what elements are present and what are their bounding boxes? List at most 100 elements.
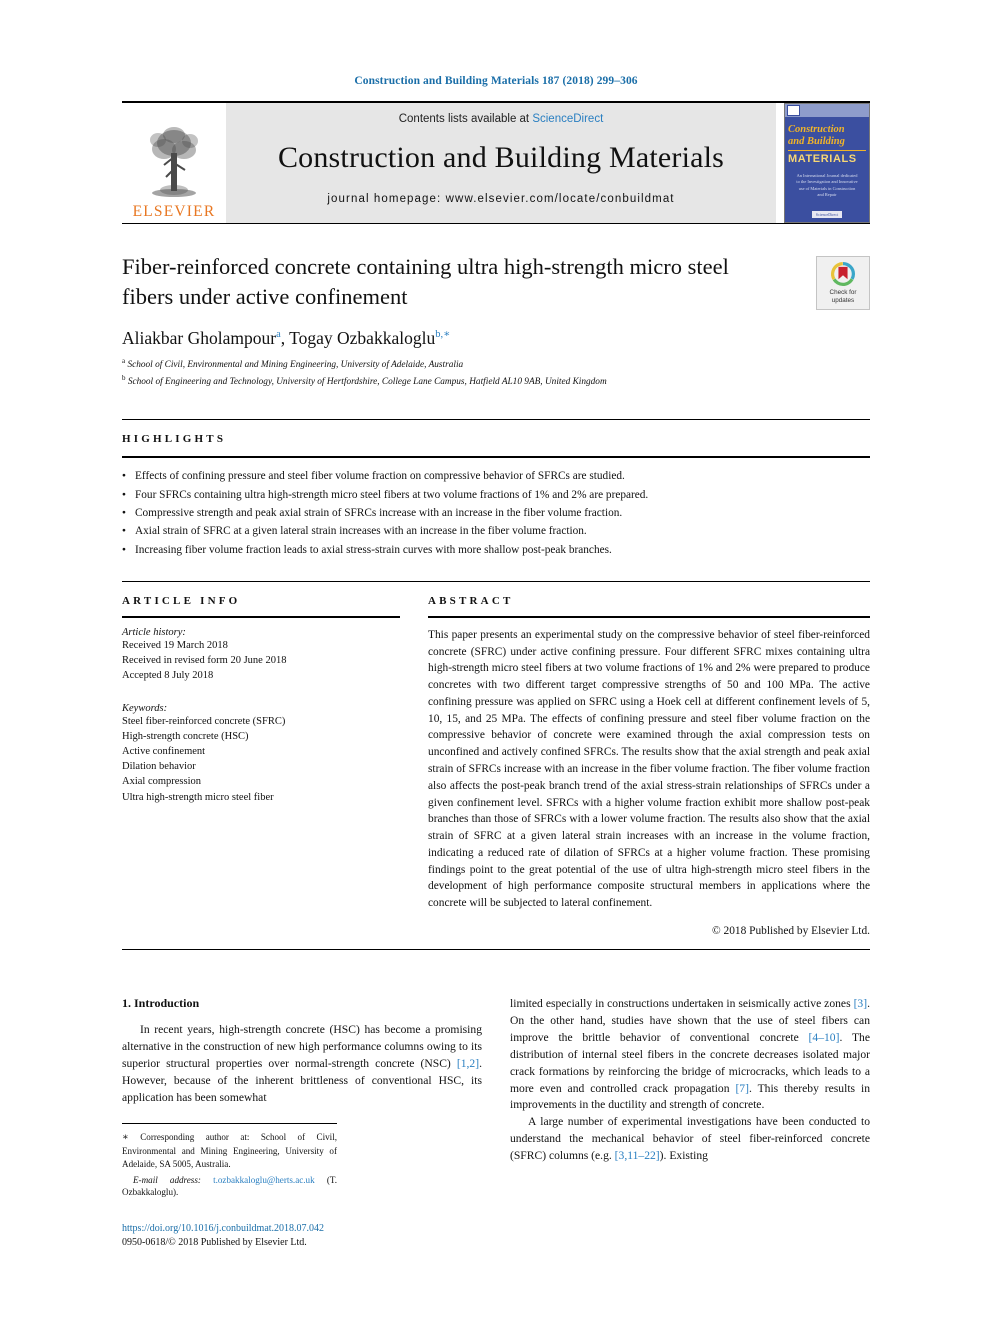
intro-left-part1: In recent years, high-strength concrete … — [122, 1022, 482, 1070]
masthead-center: Contents lists available at ScienceDirec… — [226, 103, 776, 223]
journal-cover-thumbnail[interactable]: Construction and Building MATERIALS An I… — [784, 103, 870, 223]
article-info-heading: ARTICLE INFO — [122, 594, 241, 607]
citation-ref[interactable]: [4–10] — [809, 1031, 840, 1044]
affiliation-text-a: School of Civil, Environmental and Minin… — [127, 360, 464, 371]
page-title: Fiber-reinforced concrete containing ult… — [122, 254, 729, 310]
highlights-section: HIGHLIGHTS Effects of confining pressure… — [122, 419, 870, 560]
author-separator: , — [280, 328, 290, 349]
cover-subtitle: An International Journal dedicated to th… — [796, 172, 858, 198]
citation-ref[interactable]: [3,11–22] — [615, 1149, 660, 1162]
crossmark-icon — [830, 262, 856, 287]
elsevier-tree-icon — [150, 126, 198, 197]
introduction-heading: 1. Introduction — [122, 995, 200, 1010]
cover-badge-icon — [787, 105, 800, 116]
citation-ref[interactable]: [7] — [735, 1082, 749, 1095]
cover-footer-mark: ScienceDirect — [811, 211, 843, 218]
highlights-heading: HIGHLIGHTS — [122, 433, 227, 446]
affiliation-marker-b: b — [122, 373, 126, 382]
abstract-rule — [428, 615, 870, 618]
elsevier-wordmark: ELSEVIER — [132, 202, 216, 220]
footnote-block: ∗ Corresponding author at: School of Civ… — [122, 1122, 337, 1200]
introduction-paragraph-left: In recent years, high-strength concrete … — [122, 1022, 482, 1107]
article-history-item: Received in revised form 20 June 2018 — [122, 655, 287, 667]
highlight-item: Axial strain of SFRC at a given lateral … — [122, 522, 870, 541]
affiliation-a: a School of Civil, Environmental and Min… — [122, 356, 870, 373]
contents-available-line: Contents lists available at ScienceDirec… — [399, 113, 604, 125]
highlight-item: Effects of confining pressure and steel … — [122, 467, 870, 486]
doi-link[interactable]: https://doi.org/10.1016/j.conbuildmat.20… — [122, 1222, 482, 1236]
page-content: Construction and Building Materials 187 … — [122, 0, 870, 1199]
introduction-paragraph-right-1: limited especially in constructions unde… — [510, 996, 870, 1114]
journal-homepage-link[interactable]: journal homepage: www.elsevier.com/locat… — [327, 193, 674, 205]
abstract-column: This paper presents an experimental stud… — [428, 615, 870, 937]
cover-top-bar — [785, 104, 869, 117]
affiliation-b: b School of Engineering and Technology, … — [122, 373, 870, 390]
affiliation-marker-a: a — [122, 357, 126, 366]
info-abstract-section: ARTICLE INFO ABSTRACT Article history: R… — [122, 580, 870, 950]
article-info-heading-col: ARTICLE INFO — [122, 582, 400, 616]
cover-title-line1: Construction — [788, 124, 845, 135]
footnote-email-label: E-mail address: — [133, 1174, 201, 1185]
keywords-title: Keywords: — [122, 702, 168, 714]
keyword-item: Ultra high-strength micro steel fiber — [122, 791, 274, 803]
sciencedirect-link[interactable]: ScienceDirect — [532, 113, 603, 125]
cover-footer: ScienceDirect — [785, 209, 869, 218]
article-history-item: Received 19 March 2018 — [122, 639, 228, 651]
footnote-email-link[interactable]: t.ozbakkaloglu@herts.ac.uk — [213, 1175, 315, 1185]
article-history-title: Article history: — [122, 626, 186, 638]
highlight-item: Four SFRCs containing ultra high-strengt… — [122, 486, 870, 505]
keyword-item: Axial compression — [122, 776, 202, 788]
journal-title: Construction and Building Materials — [277, 141, 725, 174]
info-abstract-columns: Article history: Received 19 March 2018 … — [122, 615, 870, 937]
author-name-2[interactable]: Togay Ozbakkaloglu — [289, 328, 435, 348]
abstract-text: This paper presents an experimental stud… — [428, 628, 870, 910]
info-bottom-rule — [122, 948, 870, 950]
cover-title-line2: and Building — [788, 135, 845, 147]
affiliation-text-b: School of Engineering and Technology, Un… — [127, 376, 607, 387]
crossmark-line2: updates — [831, 297, 855, 304]
cover-title-line3: MATERIALS — [788, 149, 866, 165]
introduction-paragraph-right-2: A large number of experimental investiga… — [510, 1114, 870, 1165]
intro-right2-part2: ). Existing — [659, 1149, 708, 1163]
citation-ref[interactable]: [3] — [854, 997, 868, 1010]
footnote-star: ∗ — [122, 1131, 129, 1143]
journal-masthead: ELSEVIER Contents lists available at Sci… — [122, 101, 870, 224]
article-history-item: Accepted 8 July 2018 — [122, 670, 214, 682]
issn-copyright-line: 0950-0618/© 2018 Published by Elsevier L… — [122, 1237, 307, 1248]
abstract-heading-col: ABSTRACT — [428, 582, 870, 616]
abstract-heading: ABSTRACT — [428, 594, 514, 607]
body-columns: 1. Introduction In recent years, high-st… — [122, 996, 870, 1199]
footnote-text: Corresponding author at: School of Civil… — [122, 1131, 337, 1169]
crossmark-badge[interactable]: Check for updates — [816, 256, 870, 310]
body-column-right: limited especially in constructions unde… — [510, 996, 870, 1199]
highlight-item: Increasing fiber volume fraction leads t… — [122, 541, 870, 560]
abstract-copyright: © 2018 Published by Elsevier Ltd. — [712, 924, 870, 937]
footnote-corresponding-author: ∗ Corresponding author at: School of Civ… — [122, 1131, 337, 1171]
keyword-item: Dilation behavior — [122, 761, 196, 773]
author-marker-2: b,∗ — [435, 329, 451, 341]
page-footer: https://doi.org/10.1016/j.conbuildmat.20… — [122, 1222, 482, 1250]
article-info-rule — [122, 615, 400, 618]
crossmark-line1: Check for — [829, 289, 857, 297]
info-abstract-heading-row: ARTICLE INFO ABSTRACT — [122, 582, 870, 616]
paper-page: Construction and Building Materials 187 … — [0, 0, 992, 1323]
footnote-email-line: E-mail address: t.ozbakkaloglu@herts.ac.… — [122, 1174, 337, 1200]
article-info-column: Article history: Received 19 March 2018 … — [122, 615, 400, 937]
author-list: Aliakbar Gholampoura, Togay Ozbakkaloglu… — [122, 328, 870, 349]
author-name-1[interactable]: Aliakbar Gholampour — [122, 328, 276, 348]
citation-ref[interactable]: [1,2] — [457, 1057, 479, 1070]
intro-right1-part1: limited especially in constructions unde… — [510, 996, 854, 1010]
running-head: Construction and Building Materials 187 … — [354, 75, 638, 87]
crossmark-label: Check for updates — [830, 289, 857, 305]
keyword-item: Active confinement — [122, 745, 206, 757]
affiliation-list: a School of Civil, Environmental and Min… — [122, 356, 870, 389]
body-column-left: 1. Introduction In recent years, high-st… — [122, 996, 482, 1199]
highlights-heading-row: HIGHLIGHTS — [122, 420, 870, 456]
keyword-item: Steel fiber-reinforced concrete (SFRC) — [122, 715, 286, 727]
elsevier-logo: ELSEVIER — [122, 103, 226, 223]
highlight-item: Compressive strength and peak axial stra… — [122, 504, 870, 523]
contents-prefix: Contents lists available at — [398, 113, 533, 125]
keyword-item: High-strength concrete (HSC) — [122, 730, 249, 742]
highlights-list: Effects of confining pressure and steel … — [122, 458, 870, 560]
title-block: Fiber-reinforced concrete containing ult… — [122, 252, 870, 389]
